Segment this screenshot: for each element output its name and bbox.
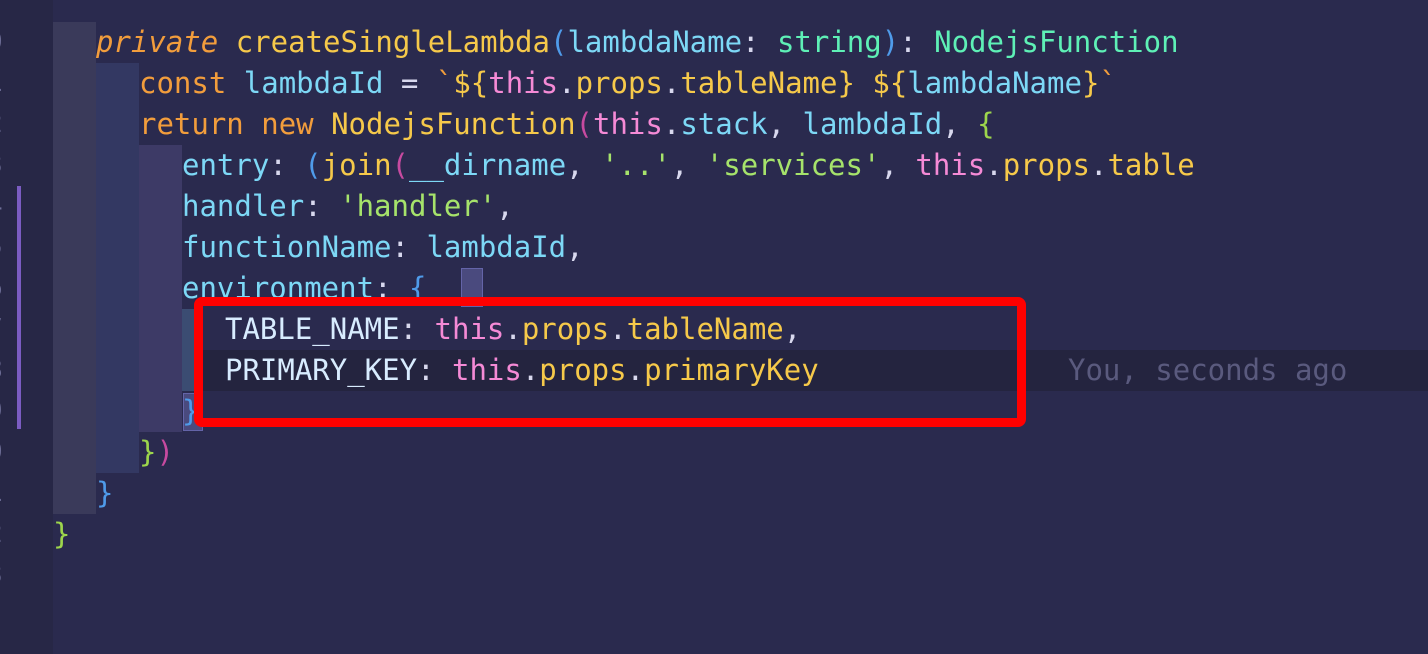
- code-line[interactable]: handler: 'handler',: [182, 186, 514, 227]
- line-number: 0: [0, 432, 12, 473]
- indent-guide: [182, 309, 194, 391]
- red-annotation-box: [194, 297, 1026, 427]
- git-change-indicator[interactable]: [17, 186, 21, 429]
- line-number: 6: [0, 268, 12, 309]
- line-number: 3: [0, 555, 12, 596]
- code-line[interactable]: }: [53, 514, 70, 555]
- line-number: 8: [0, 350, 12, 391]
- line-number: 2: [0, 104, 12, 145]
- line-number: 7: [0, 309, 12, 350]
- indent-guide: [139, 145, 182, 432]
- line-number: 1: [0, 63, 12, 104]
- code-line[interactable]: return new NodejsFunction(this.stack, la…: [139, 104, 995, 145]
- line-number: 4: [0, 186, 12, 227]
- git-blame-annotation: You, seconds ago: [1068, 353, 1348, 387]
- code-line[interactable]: }): [139, 432, 174, 473]
- code-line[interactable]: functionName: lambdaId,: [182, 227, 584, 268]
- line-number-gutter: 0 1 2 3 4 5 6 7 8 9 0 1 2 3: [0, 0, 53, 654]
- code-line[interactable]: const lambdaId = `${this.props.tableName…: [139, 63, 1117, 104]
- code-line[interactable]: entry: (join(__dirname, '..', 'services'…: [182, 145, 1195, 186]
- code-line[interactable]: private createSingleLambda(lambdaName: s…: [96, 22, 1179, 63]
- line-number: 1: [0, 473, 12, 514]
- line-number: 9: [0, 391, 12, 432]
- indent-guide: [53, 22, 96, 514]
- line-number: 3: [0, 145, 12, 186]
- line-number: 5: [0, 227, 12, 268]
- code-line[interactable]: }: [96, 473, 113, 514]
- line-number: 0: [0, 22, 12, 63]
- indent-guide: [96, 63, 139, 473]
- line-number: 2: [0, 514, 12, 555]
